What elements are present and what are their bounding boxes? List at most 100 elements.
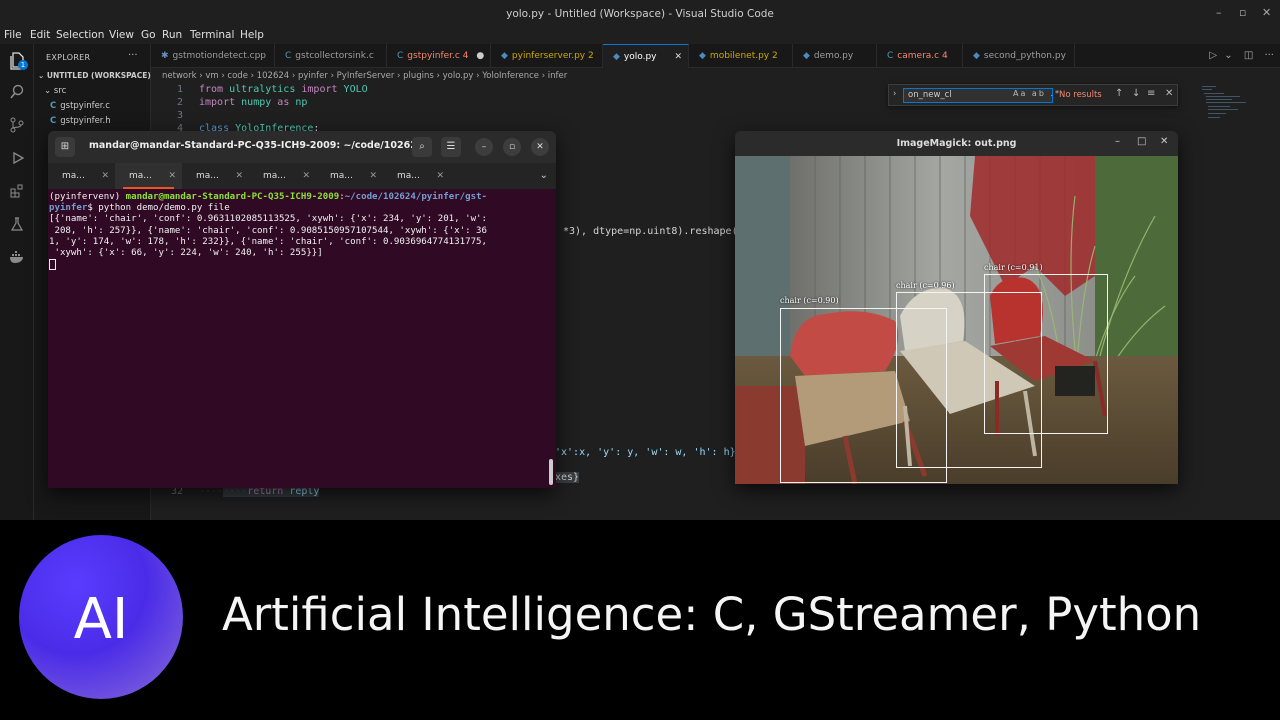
tab-demo[interactable]: ◆ demo.py bbox=[793, 44, 877, 68]
tab-gstpyinfer[interactable]: Cgstpyinfer.c 4 ● bbox=[387, 44, 491, 68]
maximize-icon[interactable]: ▫ bbox=[1239, 6, 1246, 19]
menu-help[interactable]: Help bbox=[240, 29, 264, 41]
tab-yolo[interactable]: ◆ yolo.py ✕ bbox=[603, 44, 689, 68]
docker-icon[interactable] bbox=[8, 249, 26, 267]
close-icon[interactable]: ✕ bbox=[1160, 136, 1168, 147]
close-tab-icon[interactable]: ✕ bbox=[235, 163, 243, 189]
editor-tab-bar: ✱ gstmotiondetect.cpp Cgstcollectorsink.c… bbox=[151, 44, 1280, 68]
close-tab-icon[interactable]: ✕ bbox=[168, 163, 176, 189]
editor-actions: ▷ ⌄ ◫ ··· bbox=[1209, 44, 1274, 68]
code-fragment: *3), dtype=np.uint8).reshape(he bbox=[563, 226, 750, 237]
imagemagick-window: ImageMagick: out.png – □ ✕ chair (c=0.90… bbox=[735, 131, 1178, 484]
image-window-header: ImageMagick: out.png – □ ✕ bbox=[735, 131, 1178, 156]
file-row[interactable]: Cgstpyinfer.c bbox=[34, 101, 151, 116]
workspace-row[interactable]: ⌄ UNTITLED (WORKSPACE) bbox=[34, 71, 151, 86]
breadcrumb[interactable]: network › vm › code › 102624 › pyinfer ›… bbox=[151, 68, 1280, 84]
file-row[interactable]: Cgstpyinfer.h bbox=[34, 116, 151, 131]
window-titlebar: yolo.py - Untitled (Workspace) - Visual … bbox=[0, 0, 1280, 28]
terminal-scrollbar[interactable] bbox=[549, 459, 553, 485]
close-tab-icon[interactable]: ✕ bbox=[436, 163, 444, 189]
more-actions-icon[interactable]: ··· bbox=[1264, 50, 1274, 61]
tab-pyinferserver[interactable]: ◆ pyinferserver.py 2 bbox=[491, 44, 603, 68]
run-debug-icon[interactable] bbox=[8, 150, 26, 168]
close-tab-icon[interactable]: ✕ bbox=[369, 163, 377, 189]
tab-gstcollectorsink[interactable]: Cgstcollectorsink.c bbox=[275, 44, 387, 68]
window-title: yolo.py - Untitled (Workspace) - Visual … bbox=[506, 8, 774, 20]
search-icon[interactable]: ⌕ bbox=[412, 137, 432, 157]
menu-selection[interactable]: Selection bbox=[56, 29, 104, 41]
python-file-icon: ◆ bbox=[699, 51, 706, 61]
close-icon[interactable]: ✕ bbox=[1262, 6, 1271, 19]
close-icon[interactable]: ✕ bbox=[531, 138, 549, 156]
workspace-label: UNTITLED (WORKSPACE) bbox=[46, 71, 151, 80]
terminal-tab[interactable]: ma... ✕ bbox=[316, 163, 383, 189]
testing-icon[interactable] bbox=[8, 216, 26, 234]
tab-mobilenet[interactable]: ◆ mobilenet.py 2 bbox=[689, 44, 793, 68]
find-widget: › on_new_cl Aa ab .* No results ↑ ↓ ≡ ✕ bbox=[888, 84, 1178, 106]
menu-icon[interactable]: ☰ bbox=[441, 137, 461, 157]
chevron-down-icon[interactable]: ⌄ bbox=[540, 163, 548, 189]
cursor-line bbox=[49, 259, 556, 271]
image-window-title: ImageMagick: out.png bbox=[896, 138, 1017, 149]
close-tab-icon[interactable]: ✕ bbox=[101, 163, 109, 189]
menu-view[interactable]: View bbox=[109, 29, 134, 41]
bounding-box-label: chair (c=0.91) bbox=[984, 263, 1043, 272]
menu-terminal[interactable]: Terminal bbox=[190, 29, 234, 41]
minimize-icon[interactable]: – bbox=[475, 138, 493, 156]
tab-camera[interactable]: Ccamera.c 4 bbox=[877, 44, 963, 68]
new-tab-icon[interactable]: ⊞ bbox=[55, 137, 75, 157]
menu-file[interactable]: File bbox=[4, 29, 22, 41]
extensions-icon[interactable] bbox=[8, 183, 26, 201]
line-number: 1 bbox=[176, 84, 183, 95]
tab-gstmotiondetect[interactable]: ✱ gstmotiondetect.cpp bbox=[151, 44, 275, 68]
terminal-tab[interactable]: ma... ✕ bbox=[383, 163, 450, 189]
tab-second-python[interactable]: ◆ second_python.py bbox=[963, 44, 1075, 68]
close-icon[interactable]: ✕ bbox=[1165, 88, 1173, 99]
run-icon[interactable]: ▷ bbox=[1209, 50, 1217, 61]
split-editor-icon[interactable]: ◫ bbox=[1244, 50, 1253, 61]
close-tab-icon[interactable]: ✕ bbox=[674, 45, 682, 68]
code-fragment: 'x':x, 'y': y, 'w': w, 'h': h} bbox=[555, 447, 736, 458]
banner-title: Artificial Intelligence: C, GStreamer, P… bbox=[222, 588, 1202, 641]
maximize-icon[interactable]: □ bbox=[1137, 136, 1146, 147]
terminal-tab[interactable]: ma... ✕ bbox=[48, 163, 115, 189]
minimize-icon[interactable]: – bbox=[1115, 136, 1120, 147]
terminal-tab[interactable]: ma... ✕ bbox=[249, 163, 316, 189]
terminal-title: mandar@mandar-Standard-PC-Q35-ICH9-2009:… bbox=[89, 140, 428, 151]
find-options[interactable]: Aa ab .* bbox=[1013, 89, 1061, 98]
c-file-icon: C bbox=[397, 51, 404, 61]
file-label: gstpyinfer.h bbox=[60, 116, 111, 126]
maximize-icon[interactable]: ▫ bbox=[503, 138, 521, 156]
selection-icon[interactable]: ≡ bbox=[1147, 88, 1155, 99]
detection-image: chair (c=0.90) chair (c=0.96) chair (c=0… bbox=[735, 156, 1178, 484]
chevron-right-icon[interactable]: › bbox=[893, 89, 896, 99]
c-file-icon: C bbox=[285, 51, 292, 61]
arrow-down-icon[interactable]: ↓ bbox=[1132, 88, 1140, 99]
bounding-box bbox=[984, 274, 1108, 434]
course-banner: AI Artificial Intelligence: C, GStreamer… bbox=[0, 520, 1280, 720]
source-control-icon[interactable] bbox=[8, 117, 26, 135]
minimize-icon[interactable]: – bbox=[1216, 6, 1222, 19]
explorer-header: EXPLORER bbox=[46, 53, 91, 62]
line-number: 3 bbox=[176, 110, 183, 121]
terminal-tab[interactable]: ma... ✕ bbox=[115, 163, 182, 189]
search-icon[interactable] bbox=[8, 84, 26, 102]
unsaved-dot-icon: ● bbox=[476, 51, 485, 61]
menu-go[interactable]: Go bbox=[141, 29, 156, 41]
menu-edit[interactable]: Edit bbox=[30, 29, 50, 41]
minimap[interactable] bbox=[1192, 84, 1252, 144]
prompt-line: pyinfer$ python demo/demo.py file bbox=[49, 203, 230, 214]
code-line: from ultralytics import YOLO bbox=[199, 84, 368, 95]
terminal-tab[interactable]: ma... ✕ bbox=[182, 163, 249, 189]
menu-run[interactable]: Run bbox=[162, 29, 182, 41]
more-actions-icon[interactable]: ··· bbox=[128, 50, 138, 61]
ai-logo: AI bbox=[19, 535, 183, 699]
folder-src[interactable]: ⌄ src bbox=[34, 86, 151, 101]
close-tab-icon[interactable]: ✕ bbox=[302, 163, 310, 189]
logo-text: AI bbox=[73, 587, 129, 652]
chevron-down-icon[interactable]: ⌄ bbox=[1224, 50, 1232, 61]
terminal-output[interactable]: (pyinfervenv) mandar@mandar-Standard-PC-… bbox=[48, 190, 556, 488]
arrow-up-icon[interactable]: ↑ bbox=[1115, 88, 1123, 99]
python-file-icon: ◆ bbox=[803, 51, 810, 61]
file-label: gstpyinfer.c bbox=[60, 101, 110, 111]
